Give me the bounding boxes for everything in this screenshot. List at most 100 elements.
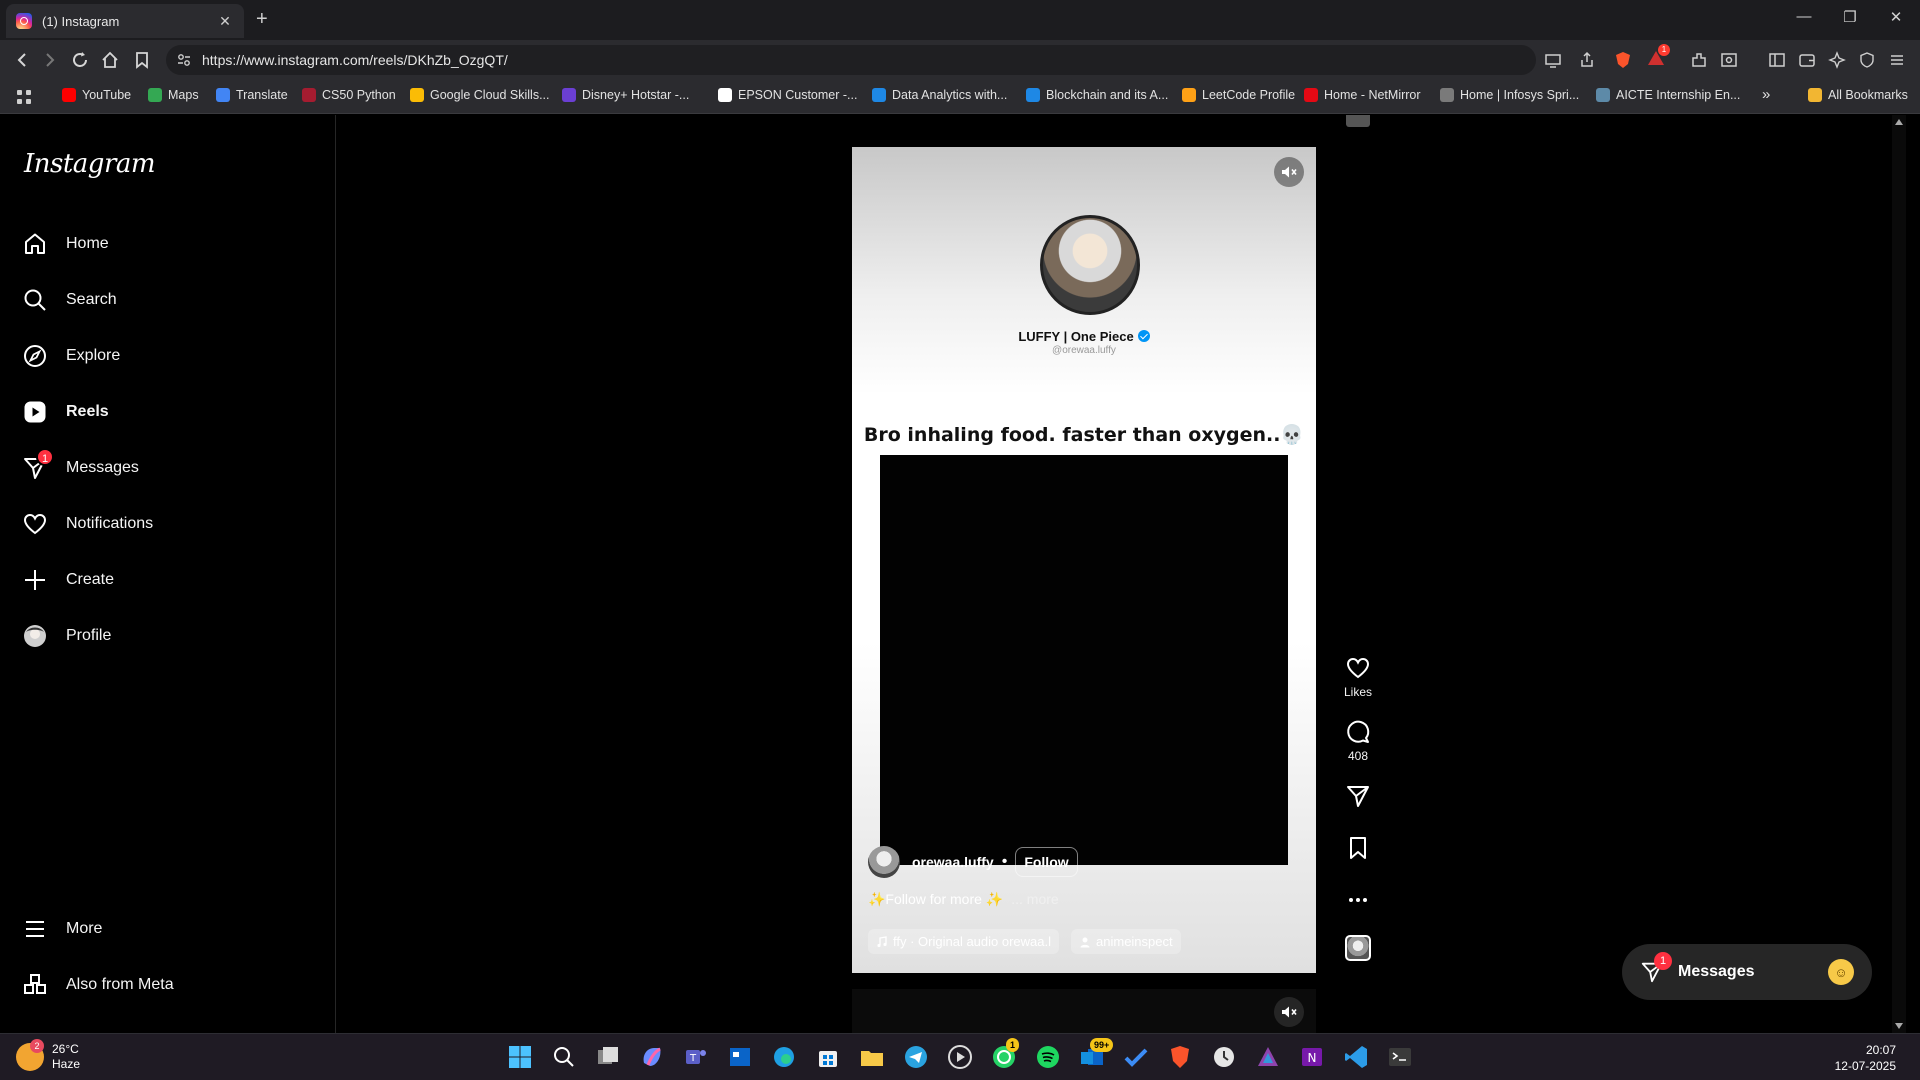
vscode-icon[interactable] [1342,1043,1370,1071]
comment-button[interactable]: 408 [1336,719,1380,763]
microsoft-store-icon[interactable] [814,1043,842,1071]
site-settings-icon[interactable] [176,52,192,68]
wallet-icon[interactable] [1798,51,1816,69]
todo-icon[interactable] [1122,1043,1150,1071]
back-icon[interactable] [12,50,32,70]
weather-widget[interactable]: 2 26°C Haze [16,1039,80,1072]
sidebar-item-label: Reels [66,403,109,420]
screenshot-icon[interactable] [1720,51,1738,69]
apps-grid-icon[interactable] [16,89,32,105]
vpn-icon[interactable] [1858,51,1876,69]
share-icon[interactable] [1578,51,1596,69]
bookmark-item[interactable]: CS50 Python [302,88,396,102]
video-frame[interactable] [880,455,1288,865]
bookmark-item[interactable]: LeetCode Profile [1182,88,1295,102]
author-username[interactable]: orewaa.luffy [912,854,994,870]
sidebar-also-from-meta-button[interactable]: Also from Meta [22,967,174,1003]
bookmark-item[interactable]: Home | Infosys Spri... [1440,88,1579,102]
all-bookmarks-folder[interactable]: All Bookmarks [1808,88,1908,102]
terminal-icon[interactable] [1386,1043,1414,1071]
extensions-icon[interactable] [1690,51,1708,69]
bookmark-item[interactable]: Google Cloud Skills... [410,88,550,102]
sidebar-item-profile[interactable]: Profile [22,618,111,654]
previous-reel-thumbnail[interactable] [1346,115,1370,127]
teams-icon[interactable]: T [682,1043,710,1071]
author-avatar[interactable] [868,846,900,878]
reel-account-title: LUFFY | One Piece [852,329,1316,344]
sidebar-toggle-icon[interactable] [1768,51,1786,69]
copilot-icon[interactable] [638,1043,666,1071]
bookmark-item[interactable]: Home - NetMirror [1304,88,1421,102]
home-browser-icon[interactable] [100,50,120,70]
bookmark-item[interactable]: Data Analytics with... [872,88,1007,102]
sidebar-item-explore[interactable]: Explore [22,338,120,374]
tagged-user-pill[interactable]: animeinspect [1071,929,1181,954]
affinity-icon[interactable] [1254,1043,1282,1071]
next-mute-toggle-button[interactable] [1274,997,1304,1027]
reel-video[interactable]: LUFFY | One Piece @orewaa.luffy Bro inha… [852,147,1316,973]
share-button[interactable] [1336,783,1380,809]
scroll-up-icon[interactable] [1895,119,1903,125]
next-reel-preview[interactable] [852,989,1316,1033]
bookmark-item[interactable]: Translate [216,88,288,102]
sidebar-item-home[interactable]: Home [22,226,109,262]
media-player-icon[interactable] [946,1043,974,1071]
url-text[interactable]: https://www.instagram.com/reels/DKhZb_Oz… [202,52,508,68]
bookmarks-overflow-button[interactable]: » [1762,86,1770,103]
store-icon[interactable] [726,1043,754,1071]
brave-browser-icon[interactable] [1166,1043,1194,1071]
bookmark-item[interactable]: Blockchain and its A... [1026,88,1168,102]
file-explorer-icon[interactable] [858,1043,886,1071]
reload-icon[interactable] [70,50,90,70]
forward-icon[interactable] [40,50,60,70]
audio-thumbnail[interactable] [1336,935,1380,961]
sidebar-item-notifications[interactable]: Notifications [22,506,153,542]
sidebar-item-reels[interactable]: Reels [22,394,109,430]
instagram-sidebar: Instagram Home Search Explore Reels 1 Me… [0,115,336,1033]
bookmark-item[interactable]: AICTE Internship En... [1596,88,1740,102]
messages-floating-button[interactable]: 1 Messages ☺ [1622,944,1872,1000]
new-tab-button[interactable]: + [256,8,268,31]
instagram-logo[interactable]: Instagram [24,149,156,179]
bookmark-item[interactable]: Disney+ Hotstar -... [562,88,689,102]
bookmark-item[interactable]: YouTube [62,88,131,102]
clock-app-icon[interactable] [1210,1043,1238,1071]
scroll-down-icon[interactable] [1895,1023,1903,1029]
sidebar-more-button[interactable]: More [22,911,102,947]
bookmark-item[interactable]: Maps [148,88,199,102]
leo-ai-icon[interactable] [1828,51,1846,69]
restore-button[interactable]: ❐ [1830,8,1870,26]
bookmark-item[interactable]: EPSON Customer -... [718,88,857,102]
install-app-icon[interactable] [1544,51,1562,69]
save-button[interactable] [1336,835,1380,861]
bookmark-page-icon[interactable] [132,50,152,70]
sidebar-item-search[interactable]: Search [22,282,117,318]
system-clock[interactable]: 20:07 12-07-2025 [1835,1042,1896,1074]
onenote-icon[interactable]: N [1298,1043,1326,1071]
minimize-button[interactable]: — [1784,8,1824,25]
scrollbar[interactable] [1892,115,1906,1033]
like-button[interactable]: Likes [1336,655,1380,699]
sidebar-item-label: Home [66,235,109,252]
more-options-button[interactable] [1336,887,1380,913]
brave-rewards[interactable]: 1 [1646,44,1670,68]
follow-button[interactable]: Follow [1015,847,1078,877]
bookmark-label: Disney+ Hotstar -... [582,88,690,102]
windows-start-icon[interactable] [506,1043,534,1071]
menu-icon[interactable] [1888,51,1906,69]
task-view-icon[interactable] [594,1043,622,1071]
mute-toggle-button[interactable] [1274,157,1304,187]
tab-close-button[interactable]: ✕ [216,13,234,30]
brave-shields-icon[interactable] [1614,51,1632,69]
audio-pill[interactable]: ffy · Original audio orewaa.l [868,929,1060,954]
edge-icon[interactable] [770,1043,798,1071]
taskbar-search-icon[interactable] [550,1043,578,1071]
close-window-button[interactable]: ✕ [1876,8,1916,26]
spotify-icon[interactable] [1034,1043,1062,1071]
sidebar-item-create[interactable]: Create [22,562,114,598]
sidebar-item-messages[interactable]: 1 Messages [22,448,139,486]
address-bar[interactable]: https://www.instagram.com/reels/DKhZb_Oz… [166,45,1536,75]
caption-more-link[interactable]: ... more [1011,891,1058,907]
browser-tab[interactable]: (1) Instagram ✕ [6,4,244,38]
telegram-icon[interactable] [902,1043,930,1071]
